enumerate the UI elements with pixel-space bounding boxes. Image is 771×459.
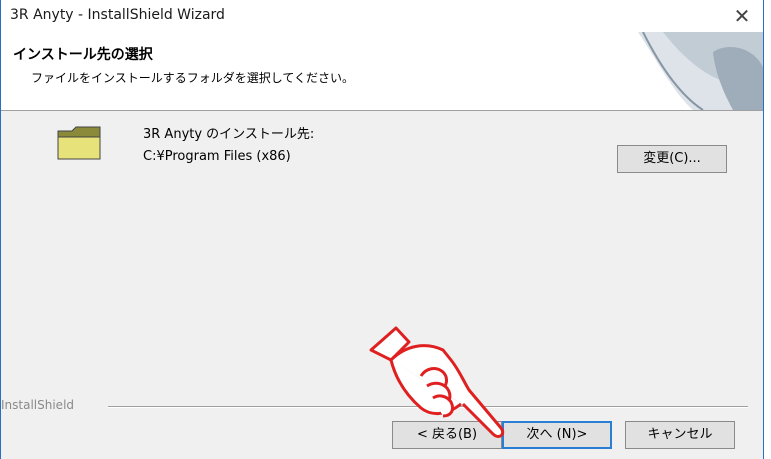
destination-label: 3R Anyty のインストール先:	[143, 127, 315, 142]
step-title: インストール先の選択	[13, 47, 153, 63]
step-subtitle: ファイルをインストールするフォルダを選択してください。	[31, 71, 355, 85]
change-button[interactable]: 変更(C)...	[617, 145, 727, 173]
brand-label: InstallShield	[1, 398, 75, 412]
pointing-hand-icon	[369, 326, 505, 438]
header-graphic	[638, 32, 763, 110]
close-icon[interactable]: ✕	[729, 4, 755, 28]
installer-window: 3R Anyty - InstallShield Wizard ✕ インストール…	[0, 0, 764, 459]
destination-path: C:¥Program Files (x86)	[143, 149, 291, 164]
folder-icon	[57, 126, 101, 160]
cancel-button[interactable]: キャンセル	[625, 421, 735, 449]
title-bar: 3R Anyty - InstallShield Wizard ✕	[1, 0, 763, 32]
wizard-header: インストール先の選択 ファイルをインストールするフォルダを選択してください。	[1, 32, 763, 111]
window-title: 3R Anyty - InstallShield Wizard	[10, 7, 225, 23]
